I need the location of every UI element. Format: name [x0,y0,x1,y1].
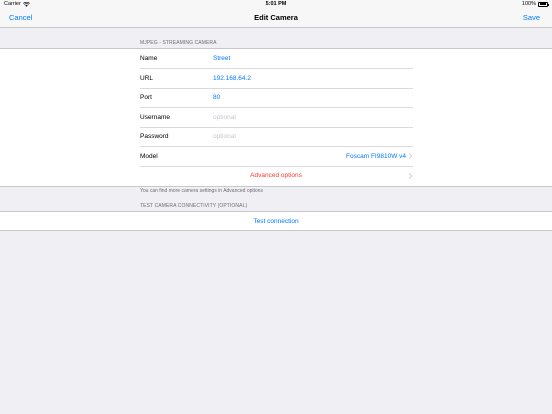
status-time: 5:01 PM [265,1,287,7]
name-label: Name [140,55,158,62]
username-row[interactable]: Username optional [0,108,552,128]
camera-section-header: MJPEG - STREAMING CAMERA [140,40,217,46]
battery-icon [538,1,549,7]
url-label: URL [140,74,154,82]
port-label: Port [140,94,152,101]
port-field[interactable]: 80 [213,94,220,101]
status-right: 100% [521,1,549,7]
name-field[interactable]: Street [213,55,230,62]
model-row[interactable]: Model Foscam FI9810W v4 [0,147,552,167]
page-title: Edit Camera [254,13,298,22]
chevron-right-icon [408,153,413,159]
advanced-options-row[interactable]: Advanced options [0,166,552,186]
port-row[interactable]: Port 80 [0,88,552,108]
camera-settings-group: Name Street URL 192.168.64.2 Port 80 Use… [0,48,552,187]
camera-section-footer: You can find more camera settings in Adv… [140,188,263,194]
test-section-header: TEST CAMERA CONNECTIVITY (OPTIONAL) [140,203,248,209]
url-row[interactable]: URL 192.168.64.2 [0,69,552,89]
test-connection-button[interactable]: Test connection [0,218,552,225]
password-field[interactable]: optional [213,133,236,140]
advanced-options-button[interactable]: Advanced options [0,172,552,179]
battery-percent: 100% [521,1,536,7]
battery-level [539,3,547,5]
username-label: Username [140,113,170,121]
save-button[interactable]: Save [523,13,540,22]
username-field[interactable]: optional [213,114,236,121]
password-label: Password [140,133,169,140]
chevron-right-icon [408,172,413,179]
model-label: Model [140,152,158,160]
navigation-bar: Cancel Edit Camera Save [0,9,552,28]
password-row[interactable]: Password optional [0,127,552,147]
status-bar: Carrier 5:01 PM 100% [0,0,552,9]
test-connection-group: Test connection [0,211,552,231]
url-field[interactable]: 192.168.64.2 [213,75,251,82]
model-value[interactable]: Foscam FI9810W v4 [346,153,406,160]
name-row[interactable]: Name Street [0,49,552,69]
